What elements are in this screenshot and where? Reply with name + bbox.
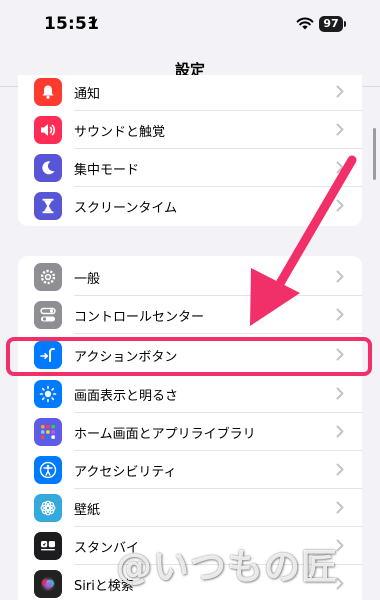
arrow-icon [250,155,357,326]
watermark: @いつもの匠 [116,547,339,588]
